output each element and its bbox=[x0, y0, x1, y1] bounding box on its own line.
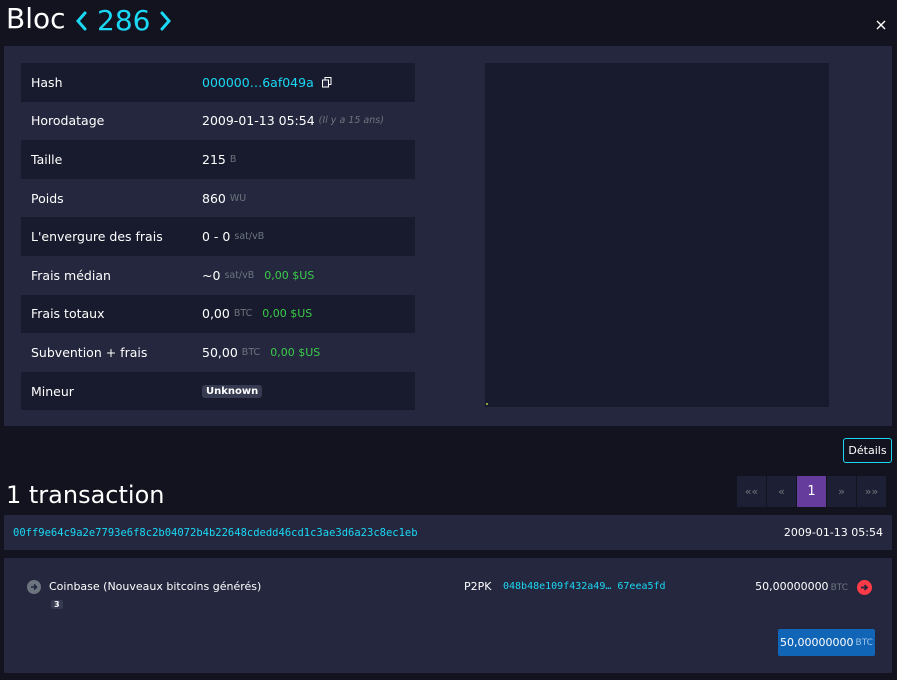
row-label: Horodatage bbox=[31, 113, 105, 129]
page-last[interactable]: »» bbox=[857, 476, 887, 507]
row-weight: Poids 860 WU bbox=[21, 179, 415, 218]
subsidy-value: 50,00 bbox=[202, 344, 238, 360]
row-label: Poids bbox=[31, 190, 64, 206]
close-icon[interactable] bbox=[872, 16, 890, 34]
output-script-type: P2PK bbox=[464, 580, 492, 593]
timestamp-relative: (Il y a 15 ans) bbox=[318, 115, 384, 127]
chevron-left-icon[interactable] bbox=[73, 6, 89, 36]
page-next[interactable]: » bbox=[827, 476, 857, 507]
fee-span-value: 0 - 0 bbox=[202, 229, 231, 245]
size-unit: B bbox=[229, 153, 237, 165]
page-current[interactable]: 1 bbox=[797, 476, 827, 507]
block-height: 286 bbox=[97, 4, 151, 37]
total-amount-unit: BTC bbox=[855, 637, 873, 648]
total-amount-button[interactable]: 50,00000000 BTC bbox=[778, 629, 875, 656]
row-hash: Hash 000000…6af049a bbox=[21, 63, 415, 102]
transaction-header: 00ff9e64c9a2e7793e6f8c2b04072b4b22648cde… bbox=[4, 515, 892, 550]
median-fee-value: ~0 bbox=[202, 267, 221, 283]
subsidy-unit: BTC bbox=[241, 346, 261, 358]
fee-span-unit: sat/vB bbox=[234, 231, 265, 243]
size-value: 215 bbox=[202, 151, 226, 167]
page-first[interactable]: «« bbox=[737, 476, 767, 507]
miner-badge: Unknown bbox=[202, 384, 263, 398]
row-label: Hash bbox=[31, 74, 63, 90]
transaction-square[interactable] bbox=[486, 403, 488, 405]
output-amount-unit: BTC bbox=[830, 583, 848, 593]
weight-value: 860 bbox=[202, 190, 226, 206]
txid-link[interactable]: 00ff9e64c9a2e7793e6f8c2b04072b4b22648cde… bbox=[13, 527, 418, 539]
median-fee-unit: sat/vB bbox=[224, 269, 255, 281]
pagination: «« « 1 » »» bbox=[737, 476, 887, 507]
transaction-time: 2009-01-13 05:54 bbox=[783, 526, 883, 539]
row-label: Subvention + frais bbox=[31, 344, 148, 360]
arrow-right-icon bbox=[27, 580, 41, 594]
details-button[interactable]: Détails bbox=[843, 438, 892, 463]
row-label: Frais médian bbox=[31, 267, 111, 283]
row-miner: Mineur Unknown bbox=[21, 371, 415, 411]
row-total-fees: Frais totaux 0,00 BTC 0,00 $US bbox=[21, 294, 415, 334]
chevron-right-icon[interactable] bbox=[158, 6, 174, 36]
input-badge: 3 bbox=[51, 600, 63, 609]
copy-icon[interactable] bbox=[321, 76, 334, 88]
total-fees-fiat: 0,00 $US bbox=[262, 307, 313, 321]
block-details-table: Hash 000000…6af049a Horodatage 2009-01-1… bbox=[21, 63, 415, 411]
row-label: Frais totaux bbox=[31, 306, 105, 322]
row-subsidy-fees: Subvention + frais 50,00 BTC 0,00 $US bbox=[21, 333, 415, 372]
timestamp-value: 2009-01-13 05:54 bbox=[202, 113, 315, 129]
block-info-panel: Hash 000000…6af049a Horodatage 2009-01-1… bbox=[4, 46, 892, 426]
row-timestamp: Horodatage 2009-01-13 05:54 (Il y a 15 a… bbox=[21, 102, 415, 141]
weight-unit: WU bbox=[229, 192, 247, 204]
row-median-fee: Frais médian ~0 sat/vB 0,00 $US bbox=[21, 256, 415, 295]
page-title: Bloc bbox=[6, 2, 66, 35]
block-navigation: 286 bbox=[73, 4, 174, 37]
output-amount-value: 50,00000000 bbox=[755, 580, 829, 593]
total-amount-value: 50,00000000 bbox=[780, 636, 854, 649]
transaction-body: Coinbase (Nouveaux bitcoins générés) 3 P… bbox=[4, 558, 892, 673]
output-amount: 50,00000000 BTC bbox=[755, 580, 848, 593]
block-header: Bloc 286 bbox=[0, 0, 897, 44]
page-prev[interactable]: « bbox=[767, 476, 797, 507]
row-size: Taille 215 B bbox=[21, 140, 415, 179]
block-hash-link[interactable]: 000000…6af049a bbox=[202, 75, 314, 90]
subsidy-fiat: 0,00 $US bbox=[270, 345, 321, 359]
arrow-right-icon[interactable] bbox=[857, 580, 872, 595]
row-label: Mineur bbox=[31, 383, 74, 399]
coinbase-input: Coinbase (Nouveaux bitcoins générés) bbox=[49, 580, 262, 593]
row-label: Taille bbox=[31, 151, 63, 167]
total-fees-value: 0,00 bbox=[202, 306, 230, 322]
median-fee-fiat: 0,00 $US bbox=[264, 268, 315, 282]
row-fee-span: L'envergure des frais 0 - 0 sat/vB bbox=[21, 217, 415, 256]
output-address-link[interactable]: 048b48e109f432a49… 67eea5fd bbox=[503, 581, 666, 592]
transaction-count: 1 transaction bbox=[6, 481, 165, 509]
total-fees-unit: BTC bbox=[233, 308, 253, 320]
row-label: L'envergure des frais bbox=[31, 229, 163, 245]
block-visualization[interactable] bbox=[485, 63, 829, 407]
